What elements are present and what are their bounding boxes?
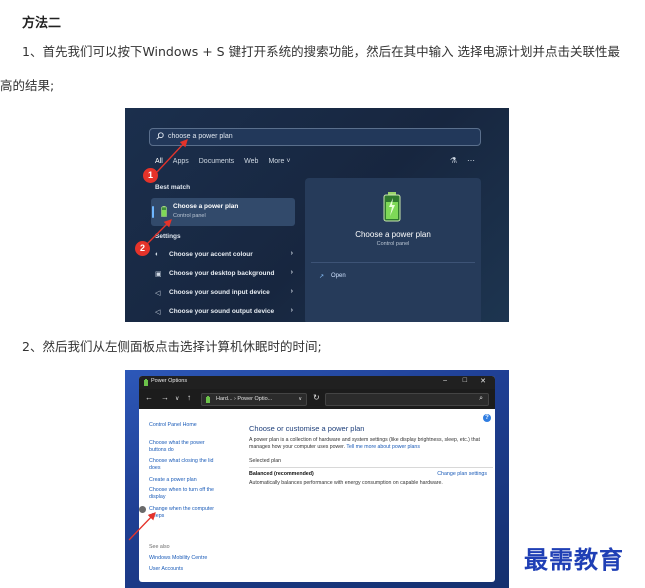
see-also-label: See also [149,544,170,550]
selected-plan-label: Selected plan [249,458,282,464]
chevron-right-icon: › [290,307,293,314]
preview-subtitle: Control panel [376,241,410,247]
settings-result-label: Choose your desktop background [169,270,275,277]
tab-more[interactable]: More [268,158,290,165]
article-heading: 方法二 [22,16,62,31]
plan-description: A power plan is a collection of hardware… [249,437,493,451]
chevron-right-icon: › [290,250,293,257]
image-icon: ▣ [155,271,162,278]
power-buttons-link[interactable]: Choose what the power buttons do [149,440,213,454]
control-panel-home-link[interactable]: Control Panel Home [149,422,197,429]
mobility-centre-link[interactable]: Windows Mobility Centre [149,555,207,562]
chevron-right-icon: › [290,269,293,276]
chevron-right-icon: › [290,288,293,295]
best-match-result[interactable]: Choose a power plan Control panel [151,198,295,226]
power-plans-info-link[interactable]: Tell me more about power plans [346,444,420,450]
tab-web[interactable]: Web [244,158,258,165]
tab-documents[interactable]: Documents [199,158,234,165]
step2-text: 2、然后我们从左侧面板点击选择计算机休眠时的时间; [22,339,322,354]
page-title: Choose or customise a power plan [249,424,365,433]
forward-arrow-icon[interactable]: → [161,393,169,402]
change-plan-settings-link[interactable]: Change plan settings [437,471,487,477]
power-options-window: Power Options – □ ✕ ← → ∨ ↑ Hard... › Po… [139,376,495,582]
battery-icon [161,206,167,217]
open-external-icon: ↗ [319,274,325,280]
user-accounts-link[interactable]: User Accounts [149,566,183,573]
control-panel-search[interactable]: ⌕ [325,393,489,406]
settings-result-label: Choose your sound output device [169,308,275,315]
search-box[interactable]: choose a power plan [149,128,481,146]
balanced-plan-description: Automatically balances performance with … [249,480,443,486]
speaker-icon: ◁ [155,290,161,297]
tab-all[interactable]: All [155,158,163,165]
tab-apps[interactable]: Apps [173,158,189,165]
minimize-icon[interactable]: – [443,377,447,384]
open-action[interactable]: ↗ Open [319,273,346,280]
maximize-icon[interactable]: □ [463,377,467,384]
change-sleep-label: Change when the computer sleeps [149,506,215,519]
closing-lid-link[interactable]: Choose what closing the lid does [149,458,219,472]
settings-result-label: Choose your sound input device [169,289,270,296]
close-icon[interactable]: ✕ [480,377,486,385]
preview-divider [311,262,475,263]
battery-icon [383,192,401,222]
search-tabs: All Apps Documents Web More [155,158,290,165]
address-bar: ← → ∨ ↑ Hard... › Power Optio... ∨ ↻ ⌕ [139,389,495,409]
best-match-title: Choose a power plan [173,203,239,210]
search-icon [156,132,164,140]
palette-icon: ◐ [155,251,160,258]
change-sleep-link[interactable]: Change when the computer sleeps [139,506,221,520]
step-marker-2: 2 [135,241,150,256]
back-arrow-icon[interactable]: ← [145,393,153,402]
battery-icon [144,379,148,386]
best-match-label: Best match [155,184,191,191]
best-match-subtitle: Control panel [173,213,206,219]
step-marker-1: 1 [143,168,158,183]
refresh-icon[interactable]: ↻ [313,393,320,402]
speaker-icon: ◁ [155,309,161,316]
settings-result-sound-input[interactable]: ◁ Choose your sound input device › [155,284,295,302]
settings-result-label: Choose your accent colour [169,251,253,258]
battery-icon [206,396,210,403]
section-divider [249,467,493,468]
dropdown-icon[interactable]: ∨ [298,394,302,405]
share-icon[interactable]: ⚗ [450,156,457,165]
title-bar: Power Options – □ ✕ [139,376,495,389]
help-icon[interactable]: ? [483,414,491,422]
balanced-plan-name: Balanced (recommended) [249,471,314,477]
address-field[interactable]: Hard... › Power Optio... ∨ [201,393,307,406]
search-query: choose a power plan [168,133,233,140]
preview-title: Choose a power plan [355,230,431,239]
search-icon: ⌕ [479,395,483,402]
power-options-screenshot: Power Options – □ ✕ ← → ∨ ↑ Hard... › Po… [125,370,509,588]
moon-icon [139,506,146,513]
window-title: Power Options [151,378,188,384]
watermark-logo: 最需教育 [524,545,624,574]
address-path: Hard... › Power Optio... [216,396,273,402]
search-top-icons: ⚗ ⋯ [450,156,475,165]
step1-text-line2: 高的结果; [0,78,55,93]
settings-result-sound-output[interactable]: ◁ Choose your sound output device › [155,303,295,321]
chevron-down-icon[interactable]: ∨ [175,395,179,402]
search-screenshot: choose a power plan All Apps Documents W… [125,108,509,322]
turn-off-display-link[interactable]: Choose when to turn off the display [149,487,221,501]
step1-text-line1: 1、首先我们可以按下Windows + S 键打开系统的搜索功能，然后在其中输入… [22,44,621,59]
open-label: Open [331,273,346,279]
results-panel: Best match Choose a power plan Control p… [149,176,297,322]
selection-indicator [152,206,154,218]
up-arrow-icon[interactable]: ↑ [187,393,191,402]
settings-result-desktop-background[interactable]: ▣ Choose your desktop background › [155,265,295,283]
more-options-icon[interactable]: ⋯ [467,156,475,165]
settings-result-accent-colour[interactable]: ◐ Choose your accent colour › [155,246,295,264]
preview-panel: Choose a power plan Control panel ↗ Open [305,178,481,322]
create-power-plan-link[interactable]: Create a power plan [149,477,197,484]
settings-label: Settings [155,233,181,240]
